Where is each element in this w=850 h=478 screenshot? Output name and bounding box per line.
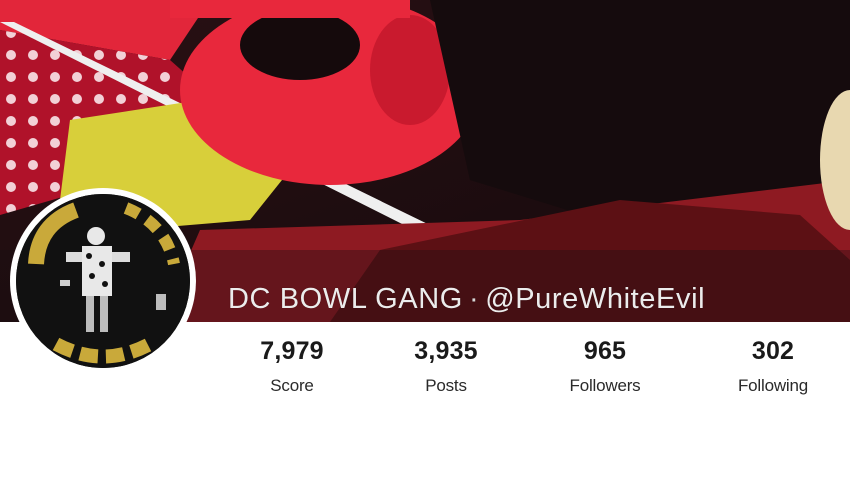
stat-posts-value: 3,935 (414, 337, 478, 365)
profile-card: DC BOWL GANG · @PureWhiteEvil 7,979 Scor… (0, 0, 850, 478)
name-separator: · (468, 283, 480, 315)
stat-posts[interactable]: 3,935 Posts (371, 336, 521, 396)
stat-following-value: 302 (751, 337, 795, 365)
stat-following[interactable]: 302 Following (698, 336, 848, 396)
profile-name-line: DC BOWL GANG · @PureWhiteEvil (228, 283, 705, 316)
stat-followers[interactable]: 965 Followers (530, 336, 680, 396)
stat-score[interactable]: 7,979 Score (217, 336, 367, 396)
stat-posts-label: Posts (425, 376, 467, 395)
stat-followers-value: 965 (583, 337, 627, 365)
display-name[interactable]: DC BOWL GANG (228, 283, 463, 315)
stat-followers-label: Followers (569, 376, 641, 395)
stat-score-label: Score (270, 376, 314, 395)
stat-following-label: Following (737, 376, 808, 395)
avatar-art (16, 194, 190, 368)
avatar-image (16, 194, 190, 368)
avatar[interactable] (10, 188, 196, 374)
user-handle[interactable]: @PureWhiteEvil (485, 283, 705, 315)
profile-stats: 7,979 Score 3,935 Posts 965 Followers 30… (200, 336, 850, 416)
stat-score-value: 7,979 (260, 337, 324, 365)
